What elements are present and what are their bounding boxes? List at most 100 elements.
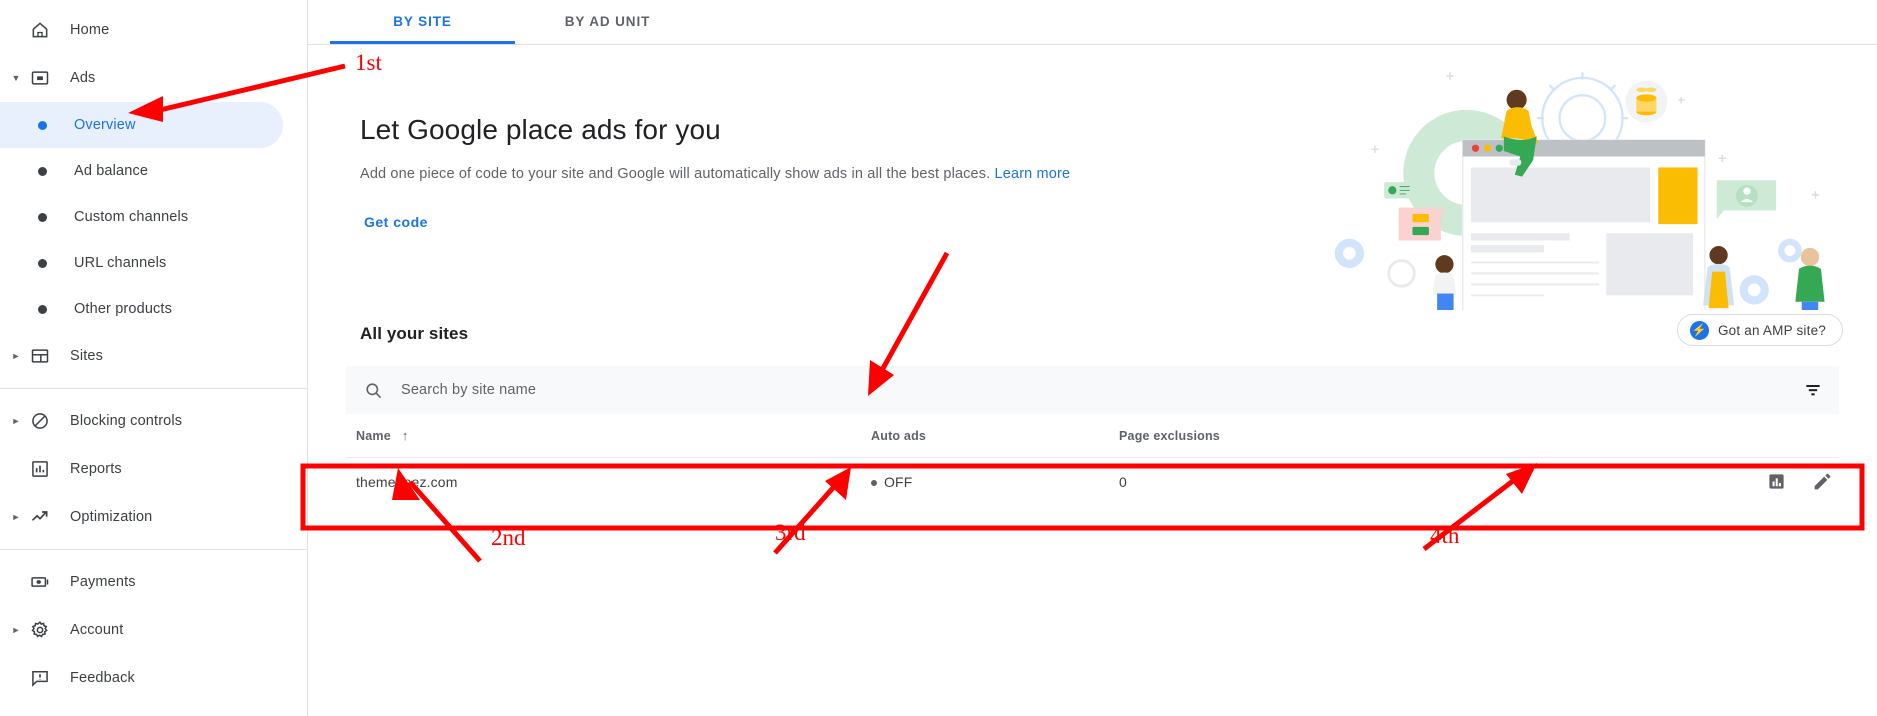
hero-description: Add one piece of code to your site and G… (360, 166, 1070, 182)
sidebar-item-reports[interactable]: Reports (0, 445, 307, 493)
sidebar-item-label: Account (70, 622, 124, 638)
sidebar-item-label: Payments (70, 574, 136, 590)
sidebar-item-feedback[interactable]: Feedback (0, 654, 307, 702)
bar-chart-icon[interactable] (1767, 472, 1786, 491)
block-icon (24, 411, 56, 431)
sidebar-item-payments[interactable]: Payments (0, 558, 307, 606)
bullet-icon (38, 304, 47, 314)
tab-by-site[interactable]: BY SITE (330, 0, 515, 44)
tab-by-ad-unit[interactable]: BY AD UNIT (515, 0, 700, 44)
sidebar-item-optimization[interactable]: ► Optimization (0, 493, 307, 541)
sites-heading: All your sites (360, 324, 469, 343)
chevron-right-icon[interactable]: ► (8, 416, 24, 426)
sidebar-item-url-channels[interactable]: URL channels (0, 240, 283, 286)
pencil-icon[interactable] (1812, 471, 1833, 492)
column-header-page-exclusions: Page exclusions (1119, 428, 1220, 443)
chevron-right-icon[interactable]: ► (8, 512, 24, 522)
filter-icon[interactable] (1803, 380, 1823, 400)
sidebar-item-overview[interactable]: Overview (0, 102, 283, 148)
search-icon (364, 381, 383, 400)
sidebar-item-label: Ads (70, 70, 96, 86)
column-header-name-label: Name (356, 428, 391, 443)
sidebar-item-ad-balance[interactable]: Ad balance (0, 148, 283, 194)
tab-bar: BY SITE BY AD UNIT (308, 0, 1877, 45)
amp-site-button[interactable]: ⚡ Got an AMP site? (1676, 314, 1843, 346)
bolt-icon: ⚡ (1689, 320, 1709, 340)
reports-icon (24, 459, 56, 479)
sidebar-item-account[interactable]: ► Account (0, 606, 307, 654)
sidebar-item-sites[interactable]: ► Sites (0, 332, 307, 380)
cell-auto-ads: OFF (871, 474, 1119, 490)
status-dot-icon (871, 479, 877, 486)
learn-more-link[interactable]: Learn more (995, 166, 1071, 182)
sidebar-item-label: Overview (74, 117, 136, 133)
sites-table: Name ↑ Auto ads Page exclusions themebee… (346, 414, 1839, 505)
bullet-icon (38, 120, 47, 130)
sidebar-item-label: Other products (74, 301, 173, 317)
home-icon (24, 20, 56, 40)
column-header-auto-ads: Auto ads (871, 428, 927, 443)
sites-header: All your sites ⚡ Got an AMP site? (308, 310, 1877, 366)
sidebar-item-label: Sites (70, 348, 103, 364)
chevron-right-icon[interactable]: ► (8, 625, 24, 635)
person-apron (1703, 246, 1735, 321)
sidebar-divider (0, 388, 307, 389)
ads-illustration-svg (1334, 72, 1825, 332)
cell-site-name: themebeez.com (356, 473, 458, 490)
sidebar-item-label: Custom channels (74, 209, 189, 225)
outline-gear-small (1387, 259, 1416, 288)
chevron-down-icon[interactable]: ▼ (8, 73, 24, 83)
hero-description-text: Add one piece of code to your site and G… (360, 166, 991, 182)
person-child (1432, 255, 1457, 327)
sites-icon (24, 346, 56, 366)
pink-bubble (1398, 207, 1445, 241)
sort-ascending-icon[interactable]: ↑ (402, 428, 409, 443)
decorative-marks (1371, 72, 1820, 199)
bullet-icon (38, 212, 47, 222)
table-row[interactable]: themebeez.com OFF 0 (346, 458, 1839, 505)
adsense-overview-page: Home ▼ Ads Overview Ad balance Custom ch… (0, 0, 1877, 716)
sidebar-item-blocking-controls[interactable]: ► Blocking controls (0, 397, 307, 445)
status-badge: OFF (884, 473, 913, 490)
table-header-row: Name ↑ Auto ads Page exclusions (346, 414, 1839, 458)
page-title: Let Google place ads for you (360, 114, 721, 145)
hero-illustration (1297, 45, 1877, 332)
site-search-bar (346, 366, 1839, 414)
ads-icon (24, 68, 56, 88)
sidebar-item-custom-channels[interactable]: Custom channels (0, 194, 283, 240)
hero-section: Let Google place ads for you Add one pie… (308, 45, 1877, 332)
sidebar-item-label: Reports (70, 461, 122, 477)
amp-site-button-label: Got an AMP site? (1717, 322, 1826, 338)
cell-page-exclusions: 0 (1119, 473, 1127, 490)
green-gear (1403, 109, 1530, 236)
gear-icon (24, 620, 56, 640)
sidebar-item-label: Home (70, 22, 110, 38)
bullet-icon (38, 166, 47, 176)
get-code-button[interactable]: Get code (356, 205, 436, 239)
sidebar-item-label: Optimization (70, 509, 153, 525)
person-standing (1795, 247, 1825, 332)
sidebar-item-other-products[interactable]: Other products (0, 286, 283, 332)
coins-badge (1625, 80, 1668, 123)
cell-actions (1729, 471, 1839, 492)
green-card (1384, 182, 1414, 199)
search-input[interactable] (401, 382, 1803, 398)
blue-gear-small (1334, 238, 1802, 305)
browser-mockup (1462, 139, 1706, 315)
chevron-right-icon[interactable]: ► (8, 351, 24, 361)
person-sitting (1501, 89, 1539, 177)
sidebar-item-label: Blocking controls (70, 413, 183, 429)
sidebar-item-ads[interactable]: ▼ Ads (0, 54, 307, 102)
payments-icon (24, 572, 56, 592)
bullet-icon (38, 258, 47, 268)
sidebar-item-label: Feedback (70, 670, 135, 686)
sidebar-item-home[interactable]: Home (0, 6, 307, 54)
outline-gear (1536, 72, 1629, 164)
main-content: BY SITE BY AD UNIT Let Google place ads … (308, 0, 1877, 716)
feedback-icon (24, 668, 56, 688)
sidebar: Home ▼ Ads Overview Ad balance Custom ch… (0, 0, 308, 716)
sidebar-item-label: Ad balance (74, 163, 149, 179)
column-header-name[interactable]: Name ↑ (346, 428, 871, 443)
trending-up-icon (24, 507, 56, 527)
sidebar-item-label: URL channels (74, 255, 167, 271)
